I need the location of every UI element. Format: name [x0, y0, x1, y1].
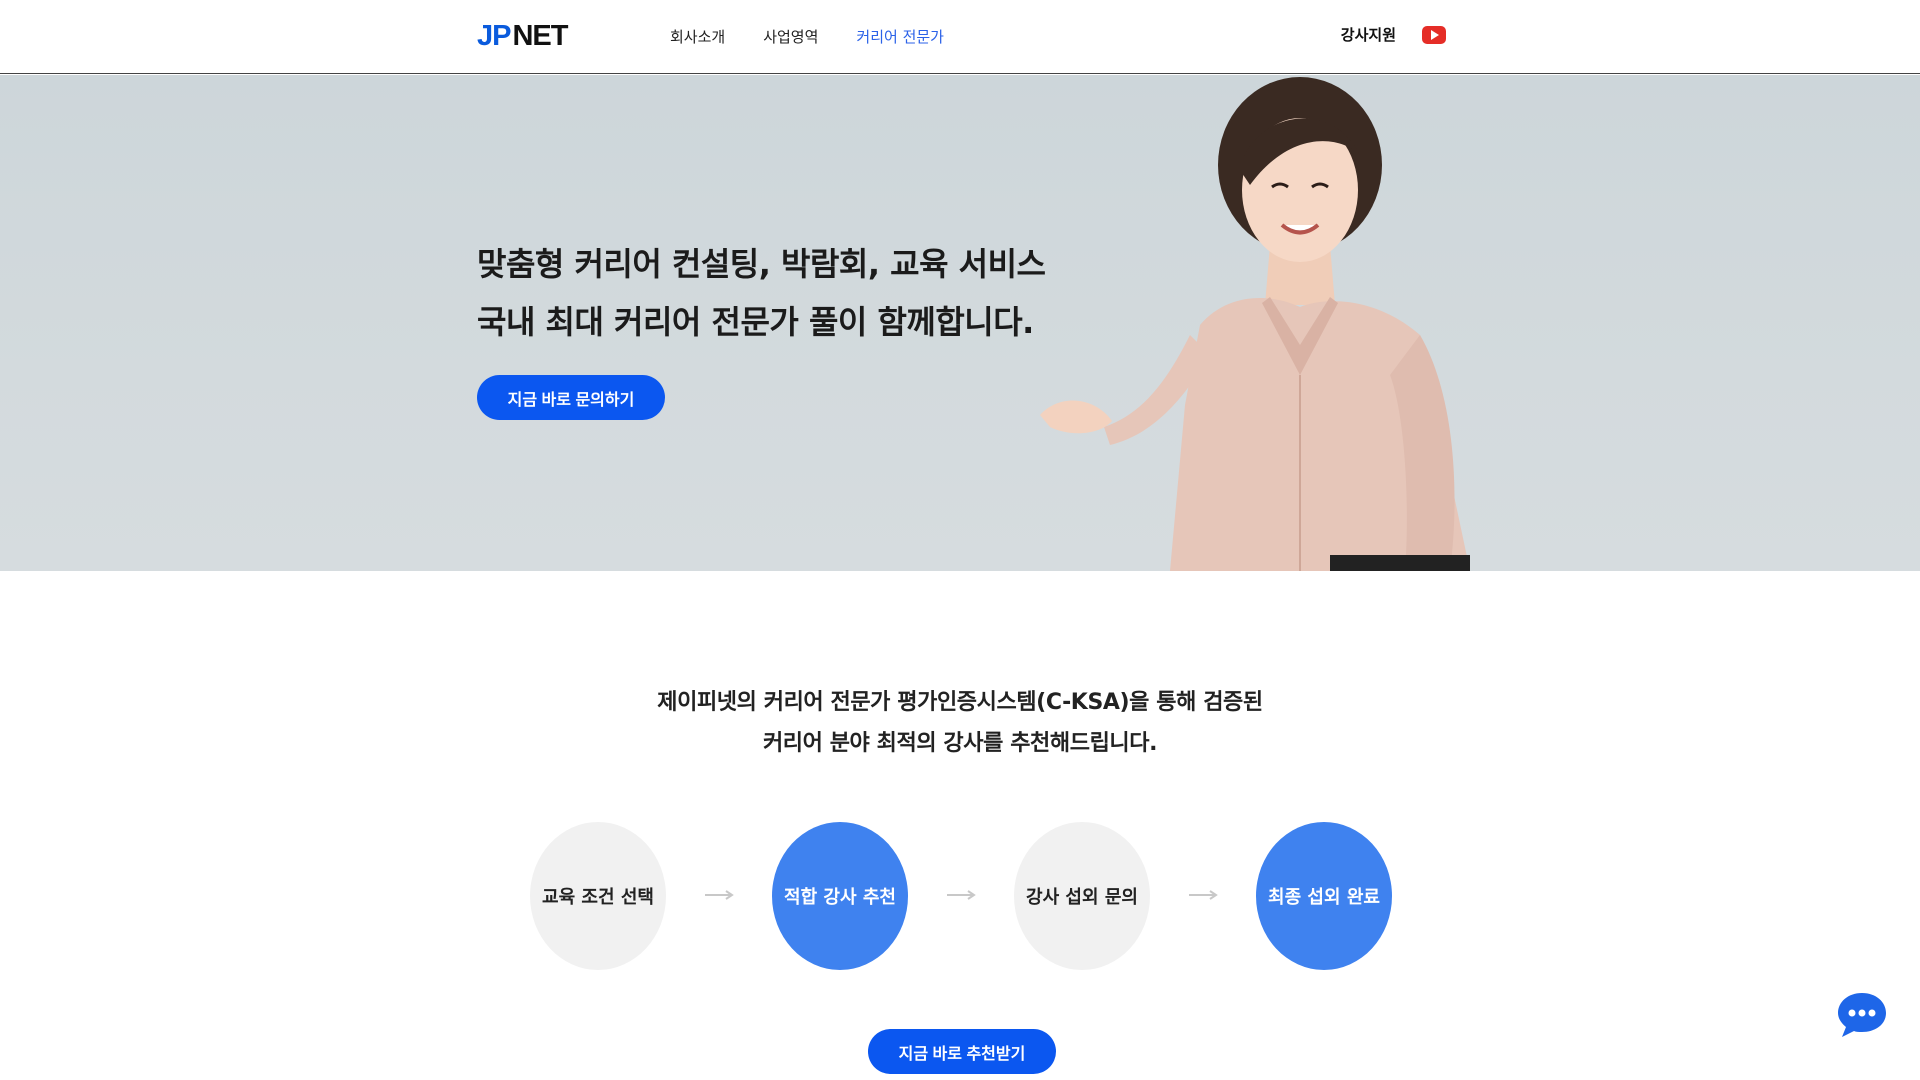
hero-headline-line1: 맞춤형 커리어 컨설팅, 박람회, 교육 서비스	[477, 245, 1046, 283]
youtube-icon[interactable]	[1422, 25, 1446, 44]
hero-headline-line2: 국내 최대 커리어 전문가 풀이 함께합니다.	[477, 303, 1034, 341]
step-label: 교육 조건 선택	[542, 887, 654, 908]
intro-line2: 커리어 분야 최적의 강사를 추천해드립니다.	[762, 731, 1158, 756]
logo-jp: JP	[477, 19, 511, 52]
nav-item-company[interactable]: 회사소개	[670, 26, 725, 47]
process-steps: 교육 조건 선택 적합 강사 추천 강사 섭외 문의 최종 섭외 완료	[530, 822, 1392, 970]
main-nav: 회사소개 사업영역 커리어 전문가	[670, 26, 944, 47]
get-recommendation-button[interactable]: 지금 바로 추천받기	[868, 1029, 1056, 1074]
instructor-apply-link[interactable]: 강사지원	[1341, 24, 1396, 45]
arrow-right-icon	[947, 890, 976, 900]
hero-headline: 맞춤형 커리어 컨설팅, 박람회, 교육 서비스 국내 최대 커리어 전문가 풀…	[477, 235, 1046, 351]
nav-item-career-expert[interactable]: 커리어 전문가	[856, 26, 944, 47]
chat-bubble-icon[interactable]	[1836, 991, 1888, 1039]
intro-text: 제이피넷의 커리어 전문가 평가인증시스템(C-KSA)을 통해 검증된 커리어…	[0, 682, 1920, 764]
jpnet-logo[interactable]: JP NET	[477, 19, 568, 52]
step-label: 강사 섭외 문의	[1026, 887, 1138, 908]
step-booking-inquiry: 강사 섭외 문의	[1014, 822, 1150, 970]
consultant-photo	[1040, 77, 1470, 571]
step-label: 적합 강사 추천	[784, 887, 896, 908]
inquiry-now-button[interactable]: 지금 바로 문의하기	[477, 375, 665, 420]
nav-item-business[interactable]: 사업영역	[763, 26, 818, 47]
site-header: JP NET 회사소개 사업영역 커리어 전문가 강사지원	[0, 0, 1920, 74]
header-right: 강사지원	[1341, 24, 1446, 45]
step-label: 최종 섭외 완료	[1268, 887, 1380, 908]
step-booking-complete: 최종 섭외 완료	[1256, 822, 1392, 970]
intro-line1: 제이피넷의 커리어 전문가 평가인증시스템(C-KSA)을 통해 검증된	[657, 690, 1263, 715]
logo-net: NET	[512, 19, 568, 52]
step-instructor-recommend: 적합 강사 추천	[772, 822, 908, 970]
arrow-right-icon	[1189, 890, 1218, 900]
arrow-right-icon	[705, 890, 734, 900]
hero-banner: 맞춤형 커리어 컨설팅, 박람회, 교육 서비스 국내 최대 커리어 전문가 풀…	[0, 75, 1920, 571]
step-education-condition: 교육 조건 선택	[530, 822, 666, 970]
